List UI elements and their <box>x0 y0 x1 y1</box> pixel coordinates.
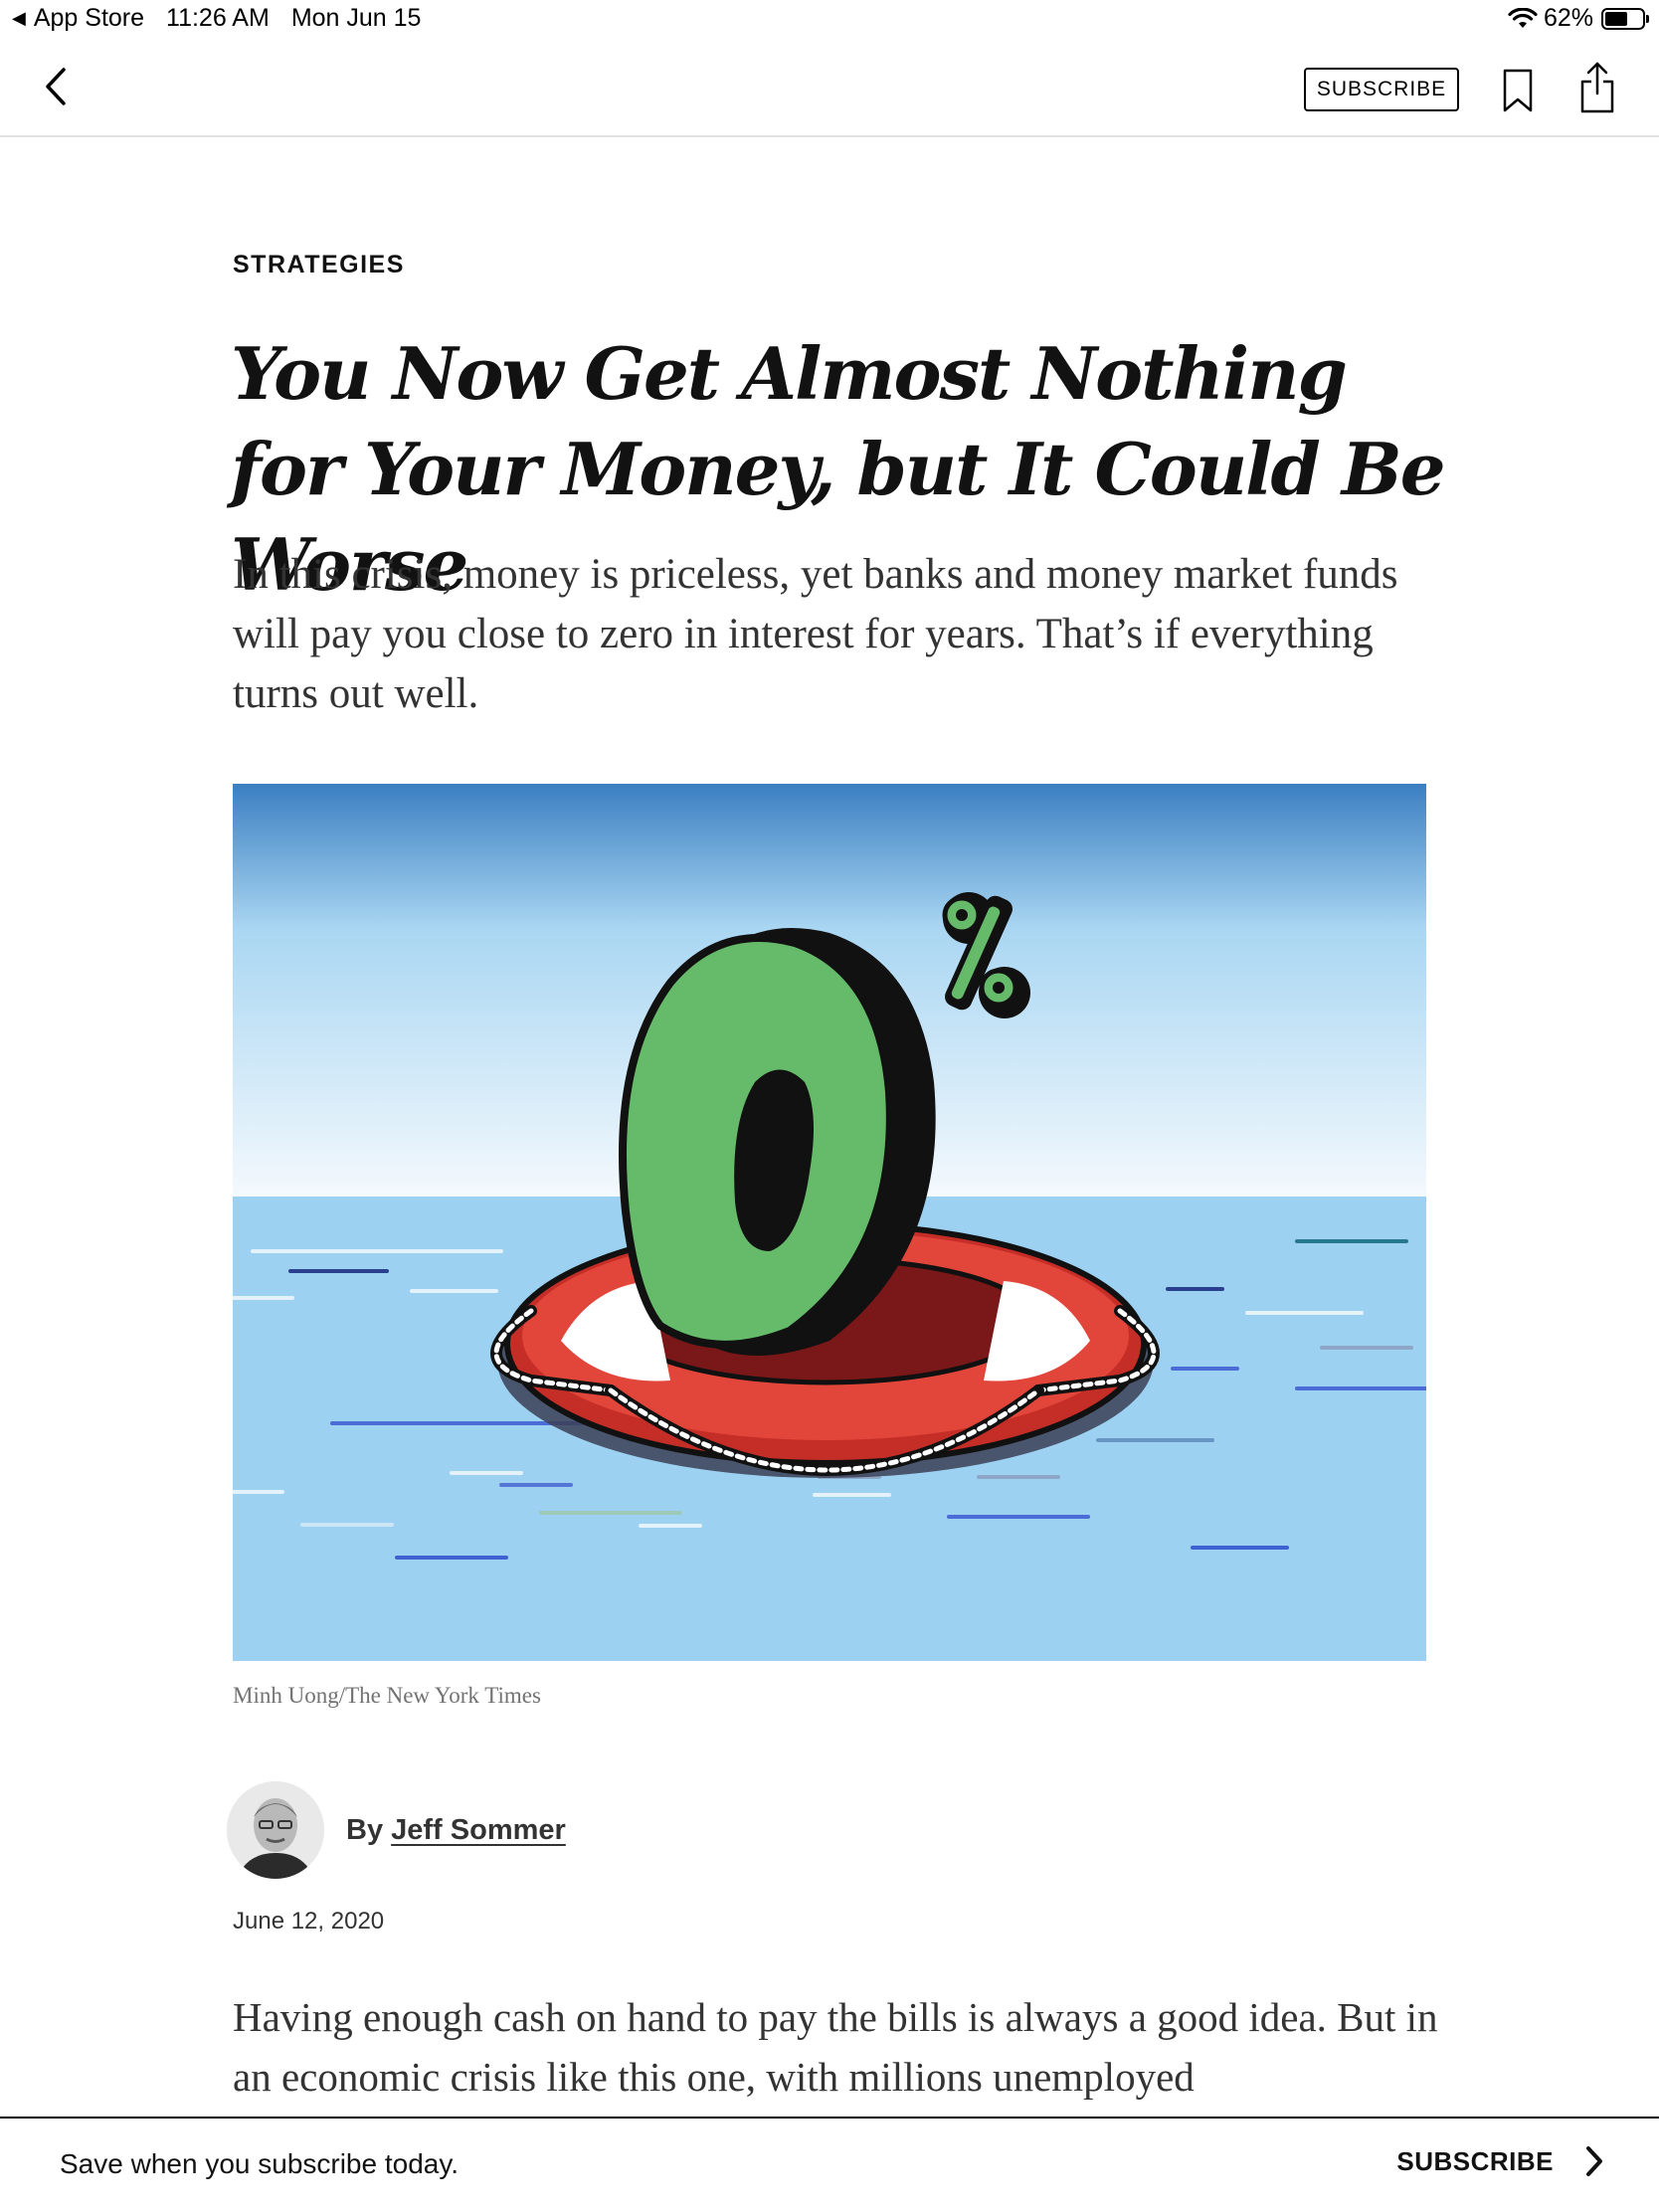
battery-icon <box>1601 7 1649 30</box>
hero-illustration[interactable] <box>233 784 1426 1661</box>
banner-text: Save when you subscribe today. <box>60 2148 460 2179</box>
article-summary: In this crisis, money is priceless, yet … <box>233 551 1398 717</box>
share-button[interactable] <box>1577 60 1617 115</box>
bookmark-icon <box>1503 69 1533 112</box>
back-to-app-label[interactable]: App Store <box>34 4 144 33</box>
status-right: 62% <box>1508 4 1649 33</box>
byline-text: By Jeff Sommer <box>346 1814 566 1847</box>
article-toolbar: SUBSCRIBE <box>0 40 1659 137</box>
byline-prefix: By <box>346 1813 384 1846</box>
author-link[interactable]: Jeff Sommer <box>391 1814 566 1846</box>
chevron-left-icon <box>46 68 66 105</box>
status-date: Mon Jun 15 <box>290 4 422 32</box>
banner-subscribe-label: SUBSCRIBE <box>1396 2145 1554 2176</box>
section-kicker[interactable]: STRATEGIES <box>233 251 405 279</box>
status-time: 11:26 AM <box>166 4 270 32</box>
subscribe-button[interactable]: SUBSCRIBE <box>1304 68 1459 111</box>
article-body-paragraph: Having enough cash on hand to pay the bi… <box>233 1994 1438 2100</box>
banner-subscribe-button[interactable]: SUBSCRIBE <box>1396 2144 1605 2178</box>
bookmark-button[interactable] <box>1500 66 1536 115</box>
status-bar: ◀ App Store 11:26 AM Mon Jun 15 62% <box>0 0 1659 40</box>
publish-date: June 12, 2020 <box>233 1908 385 1935</box>
image-credit: Minh Uong/The New York Times <box>233 1683 541 1708</box>
author-avatar[interactable] <box>227 1781 324 1879</box>
back-to-app-icon[interactable]: ◀ <box>12 8 26 29</box>
subscribe-banner[interactable]: Save when you subscribe today. SUBSCRIBE <box>0 2117 1659 2212</box>
battery-percent: 62% <box>1543 4 1593 32</box>
byline: By Jeff Sommer <box>227 1780 566 1880</box>
back-button[interactable] <box>38 62 78 111</box>
share-icon <box>1580 62 1614 113</box>
wifi-icon <box>1508 7 1538 28</box>
chevron-right-icon <box>1586 2146 1602 2176</box>
status-left: ◀ App Store 11:26 AM Mon Jun 15 <box>12 4 421 33</box>
